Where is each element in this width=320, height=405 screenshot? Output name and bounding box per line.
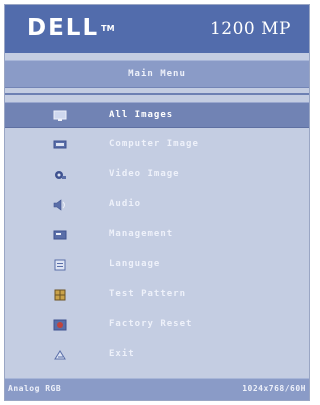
menu-item-label: Audio xyxy=(109,199,142,209)
resolution-readout: 1024x768/60H xyxy=(242,384,306,393)
video-icon xyxy=(53,168,67,180)
menu-item-test-pattern[interactable]: Test Pattern xyxy=(5,280,309,310)
menu-item-label: Management xyxy=(109,229,174,239)
menu-item-label: Computer Image xyxy=(109,139,199,149)
menu-item-computer-image[interactable]: Computer Image xyxy=(5,130,309,160)
menu-item-label: Video Image xyxy=(109,169,180,179)
menu-list: All Images Computer Image Video Image Au… xyxy=(5,100,309,370)
computer-icon xyxy=(53,138,67,150)
menu-item-audio[interactable]: Audio xyxy=(5,190,309,220)
factory-reset-icon xyxy=(53,318,67,331)
management-icon xyxy=(53,228,67,240)
menu-item-label: Factory Reset xyxy=(109,319,193,329)
model-name: 1200 MP xyxy=(209,19,291,39)
menu-title: Main Menu xyxy=(128,69,186,79)
status-bar: Analog RGB 1024x768/60H xyxy=(5,378,309,400)
divider xyxy=(5,93,309,95)
menu-item-all-images[interactable]: All Images xyxy=(5,102,309,128)
menu-item-label: All Images xyxy=(109,110,174,120)
menu-item-label: Test Pattern xyxy=(109,289,187,299)
osd-header: DELL TM 1200 MP xyxy=(5,5,309,53)
language-icon xyxy=(53,258,67,271)
dell-logo: DELL TM xyxy=(27,14,115,42)
logo-text: DELL xyxy=(27,15,100,41)
menu-item-factory-reset[interactable]: Factory Reset xyxy=(5,310,309,340)
speaker-icon xyxy=(53,198,67,211)
test-pattern-icon xyxy=(53,288,67,301)
menu-item-label: Exit xyxy=(109,349,135,359)
menu-frame: DELL TM 1200 MP Main Menu All Images Com… xyxy=(4,4,310,401)
menu-item-language[interactable]: Language xyxy=(5,250,309,280)
menu-item-management[interactable]: Management xyxy=(5,220,309,250)
trademark-mark: TM xyxy=(101,24,115,33)
menu-item-video-image[interactable]: Video Image xyxy=(5,160,309,190)
input-source: Analog RGB xyxy=(8,384,62,393)
menu-title-bar: Main Menu xyxy=(5,60,309,88)
monitor-icon xyxy=(53,109,67,121)
projector-osd: DELL TM 1200 MP Main Menu All Images Com… xyxy=(0,0,314,405)
menu-item-label: Language xyxy=(109,259,161,269)
exit-icon xyxy=(53,348,67,360)
menu-item-exit[interactable]: Exit xyxy=(5,340,309,370)
